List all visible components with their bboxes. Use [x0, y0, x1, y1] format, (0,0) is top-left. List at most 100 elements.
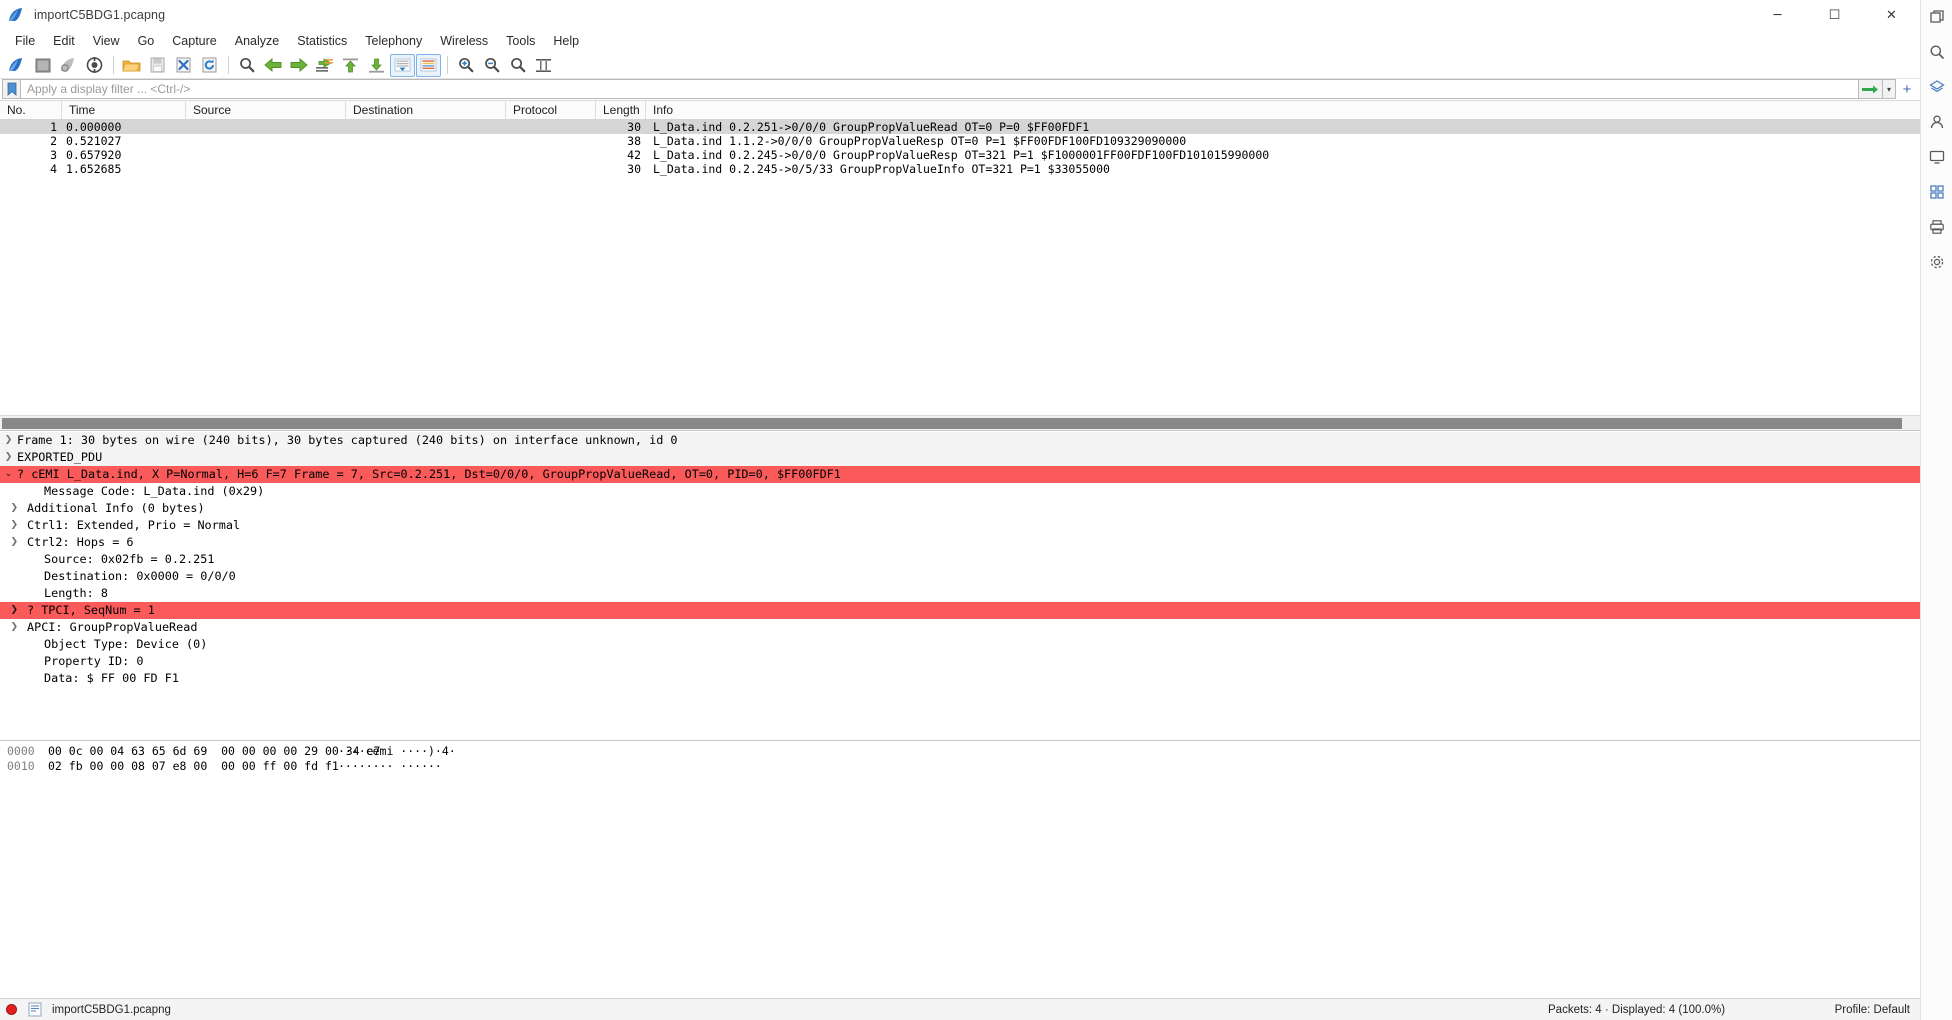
find-packet-icon[interactable]	[234, 54, 259, 77]
reload-file-icon[interactable]	[197, 54, 222, 77]
menu-statistics[interactable]: Statistics	[288, 31, 356, 51]
packet-list-pane: No. Time Source Destination Protocol Len…	[0, 101, 1920, 431]
column-header-length[interactable]: Length	[596, 101, 646, 119]
layers-icon[interactable]	[1924, 74, 1950, 100]
hex-offset: 0010	[7, 759, 35, 773]
tree-item-apci[interactable]: ❯ APCI: GroupPropValueRead	[0, 619, 1920, 636]
menu-wireless[interactable]: Wireless	[431, 31, 497, 51]
capture-file-properties-icon[interactable]	[22, 1002, 48, 1017]
add-filter-button-icon[interactable]: +	[1896, 79, 1918, 99]
menu-view[interactable]: View	[84, 31, 129, 51]
tree-item-data[interactable]: Data: $ FF 00 FD F1	[0, 670, 1920, 687]
hex-dump-row[interactable]: 0010 02 fb 00 00 08 07 e8 00 00 00 ff 00…	[0, 759, 1920, 774]
tree-item-message-code[interactable]: Message Code: L_Data.ind (0x29)	[0, 483, 1920, 500]
monitor-icon[interactable]	[1924, 144, 1950, 170]
resize-columns-icon[interactable]	[531, 54, 556, 77]
capture-options-icon[interactable]	[82, 54, 107, 77]
column-header-time[interactable]: Time	[62, 101, 186, 119]
chevron-right-icon[interactable]: ❯	[0, 500, 27, 517]
wireshark-fin-icon	[8, 7, 26, 23]
cell-info: L_Data.ind 1.1.2->0/0/0 GroupPropValueRe…	[653, 134, 1187, 148]
menu-help[interactable]: Help	[544, 31, 588, 51]
menu-capture[interactable]: Capture	[163, 31, 225, 51]
restart-capture-icon[interactable]	[56, 54, 81, 77]
zoom-in-icon[interactable]	[453, 54, 478, 77]
column-header-destination[interactable]: Destination	[346, 101, 506, 119]
chevron-right-icon[interactable]: ❯	[0, 534, 27, 551]
zoom-reset-icon[interactable]	[505, 54, 530, 77]
tree-item-ctrl2[interactable]: ❯ Ctrl2: Hops = 6	[0, 534, 1920, 551]
go-forward-icon[interactable]	[286, 54, 311, 77]
go-to-packet-icon[interactable]	[312, 54, 337, 77]
table-row[interactable]: 2 0.521027 38 L_Data.ind 1.1.2->0/0/0 Gr…	[0, 134, 1920, 148]
go-to-first-packet-icon[interactable]	[338, 54, 363, 77]
person-icon[interactable]	[1924, 109, 1950, 135]
tree-item-object-type[interactable]: Object Type: Device (0)	[0, 636, 1920, 653]
tree-item-cemi[interactable]: ⌄ ? cEMI L_Data.ind, X P=Normal, H=6 F=7…	[0, 466, 1920, 483]
toolbar-separator	[113, 56, 114, 74]
scrollbar-thumb[interactable]	[2, 417, 1902, 429]
maximize-button[interactable]: ☐	[1806, 0, 1863, 30]
chevron-right-icon[interactable]: ❯	[0, 602, 27, 619]
status-profile[interactable]: Profile: Default	[1835, 1004, 1910, 1016]
packet-list-horizontal-scrollbar[interactable]	[0, 415, 1920, 430]
filter-bookmark-icon[interactable]	[2, 79, 20, 99]
close-file-icon[interactable]	[171, 54, 196, 77]
column-header-source[interactable]: Source	[186, 101, 346, 119]
menu-go[interactable]: Go	[129, 31, 164, 51]
display-filter-input[interactable]: Apply a display filter ... <Ctrl-/>	[20, 79, 1859, 99]
grid-icon[interactable]	[1924, 179, 1950, 205]
tree-item-ctrl1[interactable]: ❯ Ctrl1: Extended, Prio = Normal	[0, 517, 1920, 534]
chevron-right-icon[interactable]: ❯	[0, 517, 27, 534]
chevron-right-icon[interactable]: ❯	[0, 432, 17, 449]
column-header-protocol[interactable]: Protocol	[506, 101, 596, 119]
column-header-info[interactable]: Info	[646, 101, 1920, 119]
table-row[interactable]: 1 0.000000 30 L_Data.ind 0.2.251->0/0/0 …	[0, 120, 1920, 134]
tree-item-exported-pdu[interactable]: ❯ EXPORTED_PDU	[0, 449, 1920, 466]
packet-bytes-pane[interactable]: 0000 00 0c 00 04 63 65 6d 69 00 00 00 00…	[0, 741, 1920, 998]
tree-item-destination[interactable]: Destination: 0x0000 = 0/0/0	[0, 568, 1920, 585]
open-file-icon[interactable]	[119, 54, 144, 77]
menu-analyze[interactable]: Analyze	[226, 31, 288, 51]
printer-icon[interactable]	[1924, 214, 1950, 240]
settings-icon[interactable]	[1924, 249, 1950, 275]
menu-telephony[interactable]: Telephony	[356, 31, 431, 51]
zoom-out-icon[interactable]	[479, 54, 504, 77]
window-controls: ─ ☐ ✕	[1749, 0, 1920, 30]
filter-apply-arrow-icon[interactable]	[1859, 79, 1883, 99]
search-icon[interactable]	[1924, 39, 1950, 65]
filter-history-dropdown[interactable]: ▾	[1883, 79, 1896, 99]
chevron-down-icon[interactable]: ⌄	[0, 466, 17, 483]
chevron-right-icon[interactable]: ❯	[0, 619, 27, 636]
expert-info-error-icon[interactable]	[0, 1004, 22, 1015]
menu-edit[interactable]: Edit	[44, 31, 84, 51]
minimize-button[interactable]: ─	[1749, 0, 1806, 30]
auto-scroll-icon[interactable]	[390, 53, 415, 77]
cell-protocol	[506, 148, 596, 162]
tree-item-length[interactable]: Length: 8	[0, 585, 1920, 602]
table-row[interactable]: 3 0.657920 42 L_Data.ind 0.2.245->0/0/0 …	[0, 148, 1920, 162]
tree-item-additional-info[interactable]: ❯ Additional Info (0 bytes)	[0, 500, 1920, 517]
go-to-last-packet-icon[interactable]	[364, 54, 389, 77]
column-header-no[interactable]: No.	[0, 101, 62, 119]
tree-item-tpci[interactable]: ❯ ? TPCI, SeqNum = 1	[0, 602, 1920, 619]
chevron-right-icon[interactable]: ❯	[0, 449, 17, 466]
menu-file[interactable]: File	[6, 31, 44, 51]
window-restore-icon[interactable]	[1924, 4, 1950, 30]
go-back-icon[interactable]	[260, 54, 285, 77]
tree-item-label: Length: 8	[44, 586, 108, 600]
tree-item-property-id[interactable]: Property ID: 0	[0, 653, 1920, 670]
close-button[interactable]: ✕	[1863, 0, 1920, 30]
colorize-icon[interactable]	[416, 53, 441, 77]
stop-capture-icon[interactable]	[30, 54, 55, 77]
save-file-icon[interactable]	[145, 54, 170, 77]
tree-item-label: Frame 1: 30 bytes on wire (240 bits), 30…	[17, 433, 678, 447]
tree-item-frame[interactable]: ❯ Frame 1: 30 bytes on wire (240 bits), …	[0, 432, 1920, 449]
table-row[interactable]: 4 1.652685 30 L_Data.ind 0.2.245->0/5/33…	[0, 162, 1920, 176]
menu-tools[interactable]: Tools	[497, 31, 544, 51]
right-side-strip	[1920, 0, 1952, 1020]
tree-item-source[interactable]: Source: 0x02fb = 0.2.251	[0, 551, 1920, 568]
cell-length: 30	[627, 162, 641, 176]
start-capture-icon[interactable]	[4, 54, 29, 77]
hex-dump-row[interactable]: 0000 00 0c 00 04 63 65 6d 69 00 00 00 00…	[0, 744, 1920, 759]
